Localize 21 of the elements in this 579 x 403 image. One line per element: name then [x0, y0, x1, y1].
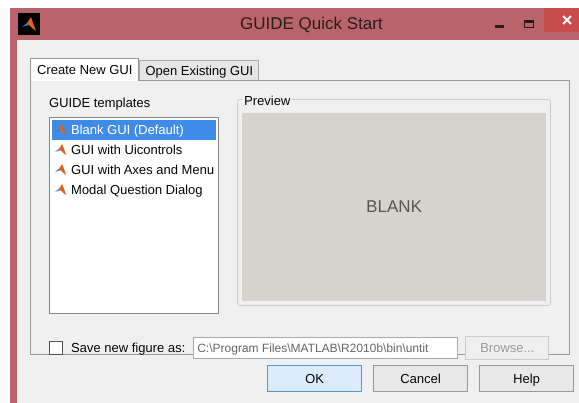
- dialog-button[interactable]: Help: [479, 365, 574, 392]
- preview-text: BLANK: [366, 196, 422, 218]
- save-checkbox[interactable]: [49, 340, 63, 354]
- template-item[interactable]: GUI with Axes and Menu: [52, 160, 216, 180]
- template-item[interactable]: GUI with Uicontrols: [52, 140, 216, 160]
- window-title: GUIDE Quick Start: [240, 13, 383, 36]
- close-icon: [562, 15, 572, 25]
- dialog-button[interactable]: Cancel: [373, 365, 468, 392]
- tab[interactable]: Open Existing GUI: [139, 60, 260, 80]
- matlab-logo-icon: [54, 123, 67, 136]
- matlab-logo-icon: [21, 16, 37, 32]
- templates-label: GUIDE templates: [49, 94, 152, 112]
- close-button[interactable]: [544, 8, 579, 32]
- tab[interactable]: Create New GUI: [30, 58, 140, 81]
- save-label: Save new figure as:: [71, 338, 186, 357]
- matlab-logo-icon: [54, 183, 67, 196]
- matlab-logo-icon: [54, 143, 67, 156]
- template-item[interactable]: Modal Question Dialog: [52, 180, 216, 200]
- dialog-button[interactable]: OK: [267, 365, 362, 392]
- save-path-field[interactable]: C:\Program Files\MATLAB\R2010b\bin\untit: [193, 336, 458, 358]
- matlab-logo-icon: [54, 163, 67, 176]
